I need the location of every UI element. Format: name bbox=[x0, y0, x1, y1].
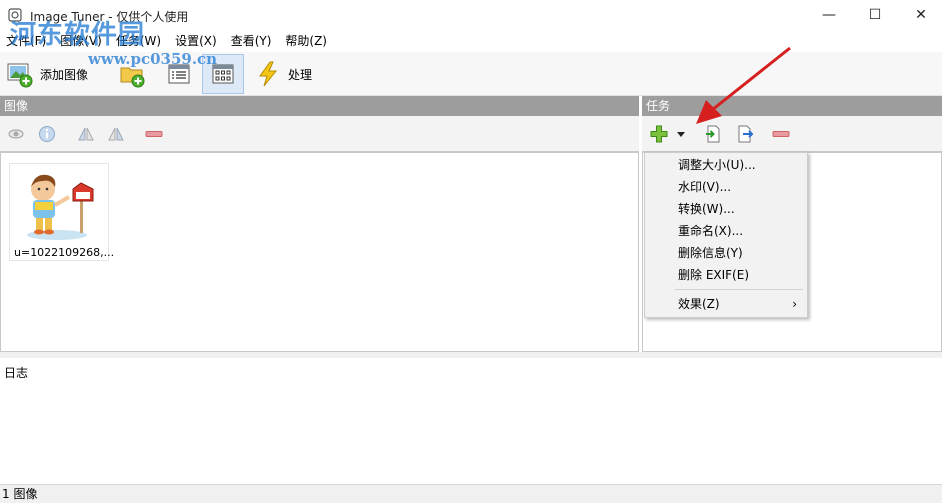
add-image-icon bbox=[7, 63, 33, 88]
flip-horizontal-button[interactable] bbox=[77, 125, 95, 143]
add-task-menu: 调整大小(U)... 水印(V)... 转换(W)... 重命名(X)... 删… bbox=[644, 152, 808, 318]
menu-item-watermark[interactable]: 水印(V)... bbox=[645, 176, 807, 198]
thumbnail-picture bbox=[13, 167, 105, 243]
menu-task[interactable]: 任务(W) bbox=[109, 30, 168, 52]
menu-separator bbox=[675, 289, 803, 290]
menu-item-resize[interactable]: 调整大小(U)... bbox=[645, 154, 807, 176]
menu-help[interactable]: 帮助(Z) bbox=[278, 30, 334, 52]
add-folder-icon bbox=[120, 67, 145, 88]
list-view-icon bbox=[168, 64, 190, 84]
flip-vertical-icon bbox=[108, 127, 124, 141]
menu-item-rename[interactable]: 重命名(X)... bbox=[645, 220, 807, 242]
eye-icon bbox=[8, 129, 24, 139]
thumbnail-view-button[interactable] bbox=[202, 54, 244, 94]
add-task-button[interactable] bbox=[650, 125, 668, 143]
plus-icon bbox=[650, 125, 668, 143]
flip-vertical-button[interactable] bbox=[107, 125, 125, 143]
add-image-label: 添加图像 bbox=[40, 67, 89, 82]
info-button[interactable] bbox=[38, 125, 56, 143]
image-thumbnail[interactable]: u=1022109268,... bbox=[9, 163, 114, 261]
minimize-button[interactable]: — bbox=[806, 0, 852, 30]
menu-item-convert[interactable]: 转换(W)... bbox=[645, 198, 807, 220]
info-icon bbox=[39, 126, 55, 142]
panel-splitter[interactable] bbox=[0, 352, 942, 358]
title-bar: Image Tuner - 仅供个人使用 — ☐ ✕ bbox=[0, 0, 942, 30]
preview-button[interactable] bbox=[7, 125, 25, 143]
lightning-icon bbox=[259, 61, 278, 87]
images-toolbar bbox=[0, 116, 639, 152]
maximize-button[interactable]: ☐ bbox=[852, 0, 898, 30]
menu-item-effects-label: 效果(Z) bbox=[678, 297, 720, 311]
menu-item-remove-info[interactable]: 删除信息(Y) bbox=[645, 242, 807, 264]
images-panel[interactable]: u=1022109268,... bbox=[0, 152, 639, 352]
minus-icon bbox=[145, 131, 163, 137]
log-label: 日志 bbox=[4, 366, 29, 380]
menu-file[interactable]: 文件(F) bbox=[0, 30, 53, 52]
menu-settings[interactable]: 设置(X) bbox=[168, 30, 224, 52]
status-bar: 1 图像 bbox=[0, 484, 942, 503]
grid-view-icon bbox=[212, 64, 234, 84]
process-label: 处理 bbox=[288, 67, 313, 82]
details-view-button[interactable] bbox=[162, 54, 196, 94]
add-folder-button[interactable] bbox=[118, 54, 150, 94]
window-title: Image Tuner - 仅供个人使用 bbox=[30, 10, 189, 24]
close-button[interactable]: ✕ bbox=[898, 0, 942, 30]
thumbnail-caption: u=1022109268,... bbox=[14, 246, 115, 259]
menu-item-effects[interactable]: 效果(Z) › bbox=[645, 293, 807, 315]
chevron-down-icon bbox=[677, 132, 685, 137]
menu-view[interactable]: 查看(Y) bbox=[224, 30, 279, 52]
images-header: 图像 bbox=[0, 96, 639, 116]
chevron-right-icon: › bbox=[792, 297, 797, 311]
remove-image-button[interactable] bbox=[145, 125, 163, 143]
process-button[interactable]: 处理 bbox=[254, 54, 324, 94]
flip-horizontal-icon bbox=[78, 127, 94, 141]
annotation-arrow-icon bbox=[696, 46, 791, 124]
app-icon bbox=[8, 8, 22, 22]
main-toolbar: 添加图像 处理 bbox=[0, 52, 942, 96]
menu-image[interactable]: 图像(V) bbox=[53, 30, 109, 52]
add-task-dropdown[interactable] bbox=[675, 125, 687, 143]
add-image-button[interactable]: 添加图像 bbox=[6, 54, 96, 94]
menu-bar: 文件(F) 图像(V) 任务(W) 设置(X) 查看(Y) 帮助(Z) bbox=[0, 30, 942, 52]
menu-item-remove-exif[interactable]: 删除 EXIF(E) bbox=[645, 264, 807, 286]
